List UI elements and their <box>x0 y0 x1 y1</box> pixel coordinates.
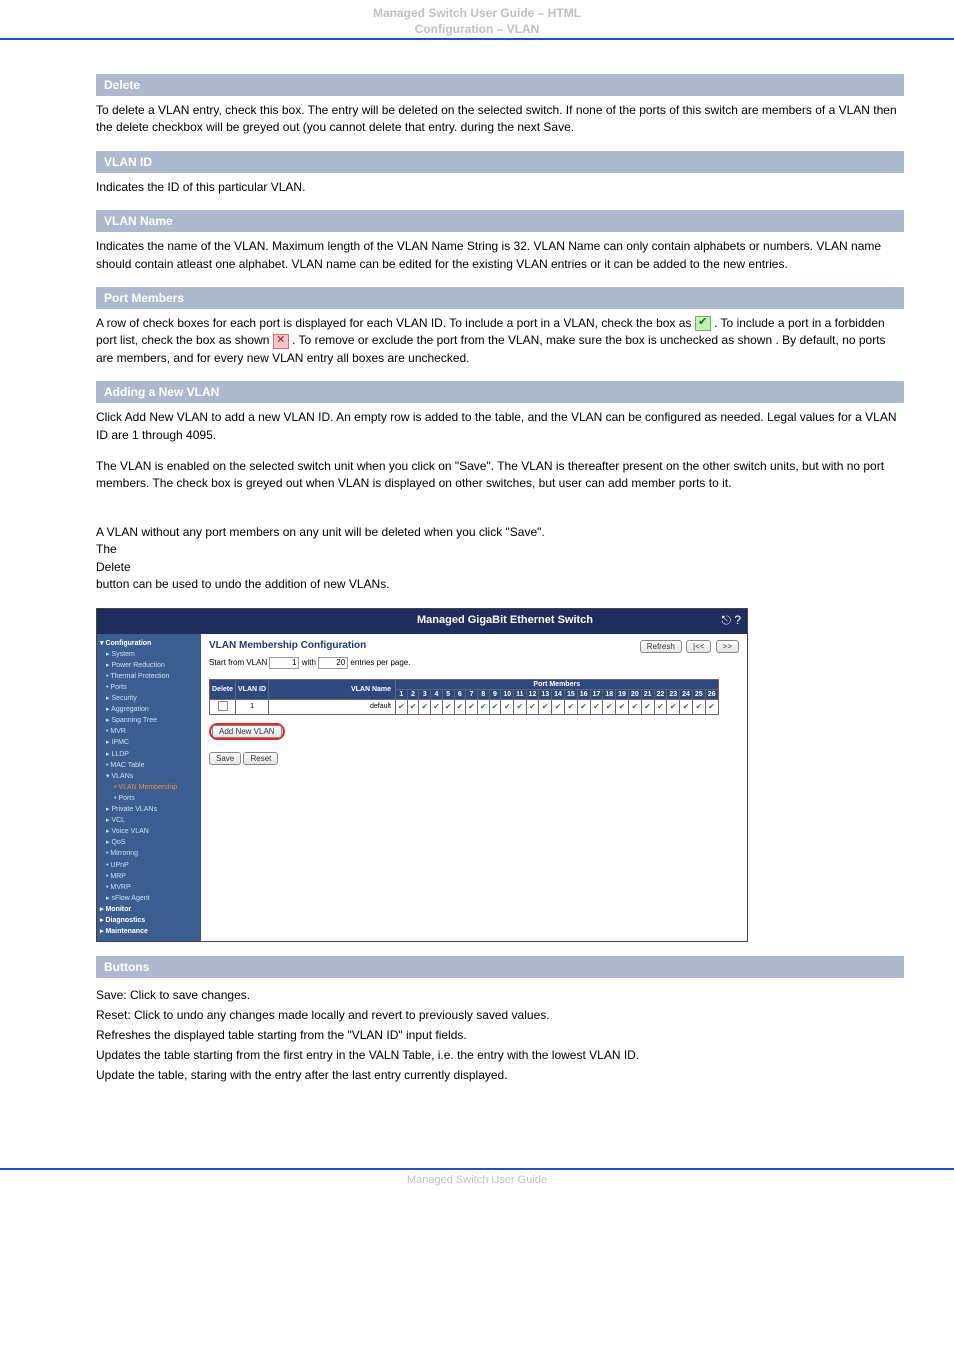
sidebar-security[interactable]: ▸ Security <box>100 693 198 704</box>
section-adding-p3: A VLAN without any port members on any u… <box>96 507 904 594</box>
sidebar-vlans[interactable]: ▾ VLANs <box>100 771 198 782</box>
sidebar-upnp[interactable]: • UPnP <box>100 860 198 871</box>
app-titlebar: Managed GigaBit Ethernet Switch ⎋ ? <box>97 609 747 634</box>
page-header-title: Managed Switch User Guide – HTML <box>0 0 954 22</box>
sidebar-private-vlans[interactable]: ▸ Private VLANs <box>100 804 198 815</box>
sidebar-qos[interactable]: ▸ QoS <box>100 837 198 848</box>
buttons-first: Updates the table starting from the firs… <box>96 1048 904 1062</box>
col-vlanid: VLAN ID <box>236 679 269 699</box>
sidebar-diagnostics[interactable]: ▸ Diagnostics <box>100 915 198 926</box>
add-new-vlan-highlight: Add New VLAN <box>209 723 285 740</box>
port-checkbox[interactable]: ✔ <box>396 699 408 714</box>
delete-cell[interactable] <box>210 699 236 714</box>
help-icon[interactable]: ? <box>734 613 741 627</box>
sidebar-config[interactable]: ▾ Configuration <box>100 638 198 649</box>
sidebar-maintenance[interactable]: ▸ Maintenance <box>100 926 198 937</box>
section-vlanid-body: Indicates the ID of this particular VLAN… <box>96 179 904 196</box>
entries-label: entries per page. <box>350 658 410 667</box>
section-delete-title: Delete <box>96 74 904 96</box>
buttons-save: Save: Click to save changes. <box>96 988 904 1002</box>
reset-button[interactable]: Reset <box>243 752 278 765</box>
sidebar-lldp[interactable]: ▸ LLDP <box>100 749 198 760</box>
vlan-table: Delete VLAN ID VLAN Name Port Members 12… <box>209 679 719 715</box>
section-vlanname-body: Indicates the name of the VLAN. Maximum … <box>96 238 904 273</box>
section-vlanname-title: VLAN Name <box>96 210 904 232</box>
section-adding-title: Adding a New VLAN <box>96 381 904 403</box>
add-new-vlan-link[interactable]: Add New VLAN <box>125 410 208 424</box>
page-header-sub: Configuration – VLAN <box>0 22 954 38</box>
sidebar-ipmc[interactable]: ▸ IPMC <box>100 737 198 748</box>
sidebar-vcl[interactable]: ▸ VCL <box>100 815 198 826</box>
pm-text3: . To remove or exclude the port from the… <box>292 333 772 347</box>
buttons-refresh: Refreshes the displayed table starting f… <box>96 1028 904 1042</box>
sidebar-aggregation[interactable]: ▸ Aggregation <box>100 704 198 715</box>
section-portmembers-title: Port Members <box>96 287 904 309</box>
main-panel: Refresh |<< >> VLAN Membership Configura… <box>201 634 747 942</box>
buttons-next: Update the table, staring with the entry… <box>96 1068 904 1082</box>
sidebar-mvr[interactable]: • MVR <box>100 726 198 737</box>
section-portmembers-body: A row of check boxes for each port is di… <box>96 315 904 367</box>
footer-divider <box>0 1168 954 1170</box>
sidebar-thermal[interactable]: • Thermal Protection <box>100 671 198 682</box>
add-new-vlan-button[interactable]: Add New VLAN <box>212 725 282 738</box>
pm-text1: A row of check boxes for each port is di… <box>96 316 695 330</box>
save-button[interactable]: Save <box>209 752 241 765</box>
start-from-row: Start from VLAN 1 with 20 entries per pa… <box>209 657 739 669</box>
section-adding-p2: The VLAN is enabled on the selected swit… <box>96 458 904 493</box>
header-divider <box>0 38 954 40</box>
footer-text: Managed Switch User Guide <box>0 1174 954 1186</box>
sidebar-vlan-membership[interactable]: • VLAN Membership <box>100 782 198 793</box>
section-delete-body: To delete a VLAN entry, check this box. … <box>96 102 904 137</box>
section-adding-p1: Click Add New VLAN to add a new VLAN ID.… <box>96 409 904 444</box>
save-reset-row: Save Reset <box>209 752 739 765</box>
app-screenshot: Managed GigaBit Ethernet Switch ⎋ ? ▾ Co… <box>96 608 748 943</box>
buttons-section-title: Buttons <box>96 956 904 978</box>
sidebar-monitor[interactable]: ▸ Monitor <box>100 904 198 915</box>
first-page-button[interactable]: |<< <box>686 640 711 653</box>
vlanid-cell: 1 <box>236 699 269 714</box>
sidebar-ports[interactable]: • Ports <box>100 682 198 693</box>
refresh-button[interactable]: Refresh <box>640 640 682 653</box>
sidebar-voice-vlan[interactable]: ▸ Voice VLAN <box>100 826 198 837</box>
section-vlanid-title: VLAN ID <box>96 151 904 173</box>
tick-icon: ✔ <box>695 316 711 331</box>
sidebar-mirroring[interactable]: • Mirroring <box>100 848 198 859</box>
next-page-button[interactable]: >> <box>716 640 739 653</box>
sidebar-vlan-ports[interactable]: • Ports <box>100 793 198 804</box>
sidebar-sflow[interactable]: ▸ sFlow Agent <box>100 893 198 904</box>
cross-icon: ✕ <box>273 334 289 349</box>
app-title: Managed GigaBit Ethernet Switch <box>417 614 593 626</box>
col-delete: Delete <box>210 679 236 699</box>
sidebar-mrp[interactable]: • MRP <box>100 871 198 882</box>
sidebar-spanning-tree[interactable]: ▸ Spanning Tree <box>100 715 198 726</box>
with-label: with <box>302 658 316 667</box>
table-row: 1 default ✔✔✔✔✔✔✔✔✔✔✔✔✔✔✔✔✔✔✔✔✔✔✔✔✔✔ <box>210 699 719 714</box>
sidebar-power[interactable]: ▸ Power Reduction <box>100 660 198 671</box>
start-from-label: Start from VLAN <box>209 658 267 667</box>
titlebar-icons: ⎋ ? <box>721 613 741 628</box>
sidebar-mvrp[interactable]: • MVRP <box>100 882 198 893</box>
logout-icon[interactable]: ⎋ <box>721 613 731 627</box>
col-vlanname: VLAN Name <box>269 679 396 699</box>
with-input[interactable]: 20 <box>318 657 348 669</box>
vlanname-cell[interactable]: default <box>269 699 396 714</box>
sidebar-mac-table[interactable]: • MAC Table <box>100 760 198 771</box>
sidebar-system[interactable]: ▸ System <box>100 649 198 660</box>
buttons-reset: Reset: Click to undo any changes made lo… <box>96 1008 904 1022</box>
start-from-input[interactable]: 1 <box>269 657 299 669</box>
sidebar: ▾ Configuration ▸ System ▸ Power Reducti… <box>97 634 201 942</box>
top-right-buttons: Refresh |<< >> <box>638 640 739 653</box>
delete-link[interactable]: Delete <box>96 560 131 574</box>
col-portmembers: Port Members <box>396 679 718 689</box>
